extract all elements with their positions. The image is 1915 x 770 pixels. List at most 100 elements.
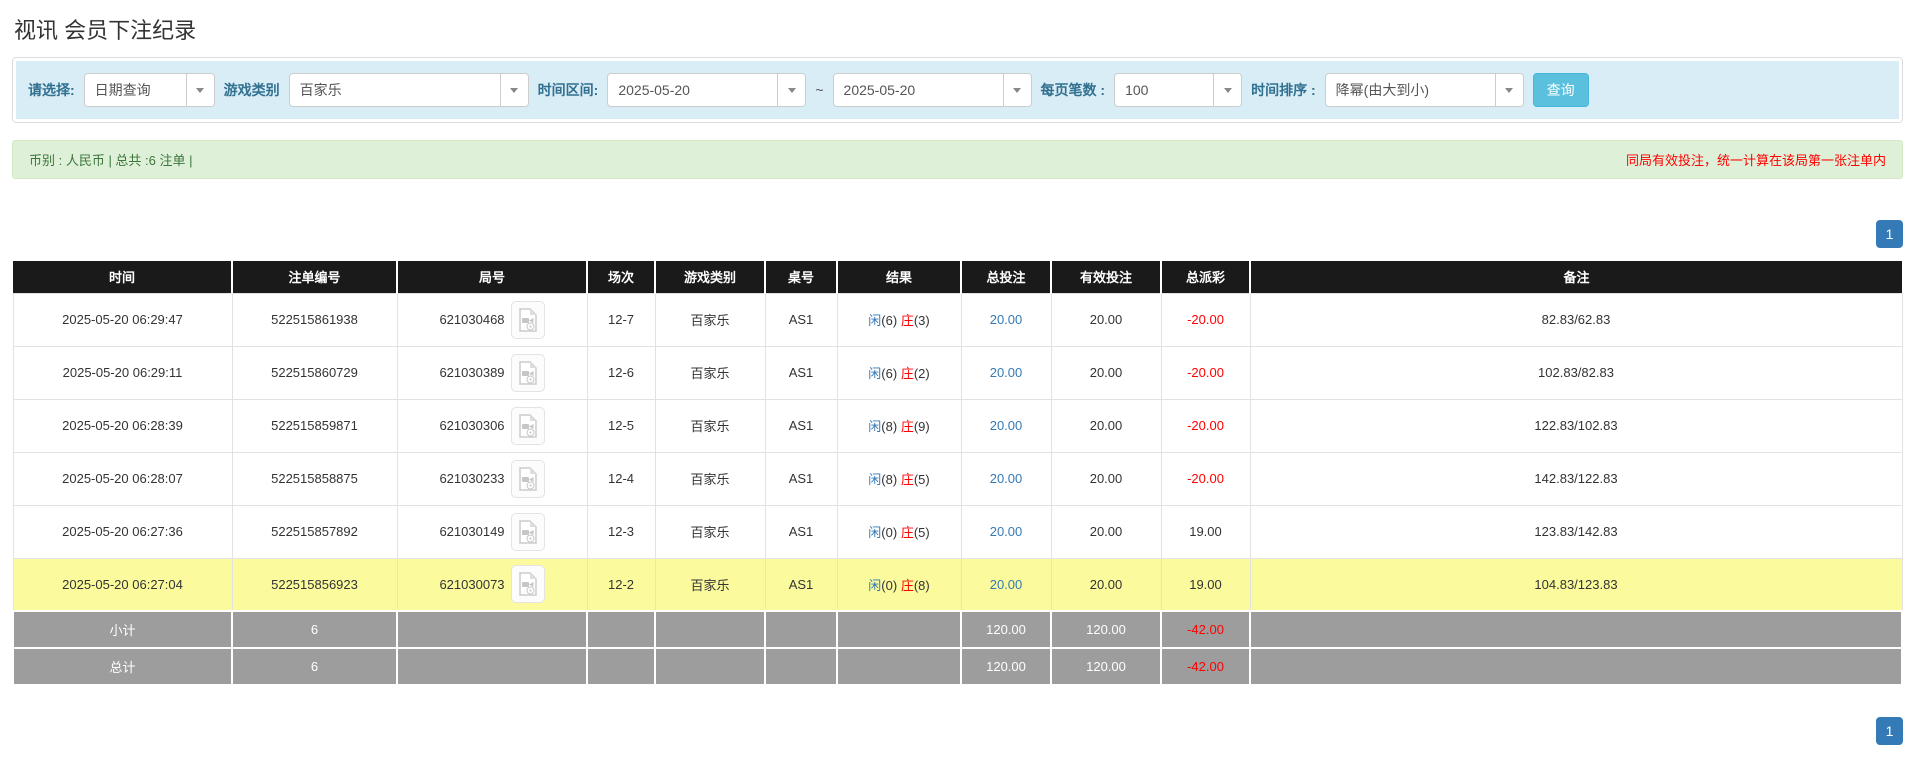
total-count: 6 <box>232 648 397 685</box>
date-to-select[interactable]: 2025-05-20 <box>833 73 1032 107</box>
payout-value: -20.00 <box>1187 471 1224 486</box>
cell-game-type: 百家乐 <box>655 452 765 505</box>
page-size-value: 100 <box>1115 74 1213 106</box>
result-banker-label: 庄 <box>901 472 914 487</box>
result-player-label: 闲 <box>868 578 881 593</box>
chevron-down-icon[interactable] <box>1003 74 1031 106</box>
cell-game-type: 百家乐 <box>655 505 765 558</box>
cell-session: 12-7 <box>587 293 655 346</box>
cell-session: 12-6 <box>587 346 655 399</box>
chevron-down-icon <box>1013 88 1021 93</box>
cell-valid-bet: 20.00 <box>1051 505 1161 558</box>
result-player-label: 闲 <box>868 313 881 328</box>
filter-panel: 请选择: 日期查询 游戏类别 百家乐 时间区间: 2025-05-20 ~ 20… <box>12 57 1903 123</box>
search-button[interactable]: 查询 <box>1533 73 1589 107</box>
page-size-select[interactable]: 100 <box>1114 73 1242 107</box>
chevron-down-icon[interactable] <box>186 74 214 106</box>
cell-total-payout: -20.00 <box>1161 399 1250 452</box>
betting-records-table: 时间 注单编号 局号 场次 游戏类别 桌号 结果 总投注 有效投注 总派彩 备注… <box>12 261 1903 686</box>
cell-valid-bet: 20.00 <box>1051 452 1161 505</box>
page-title: 视讯 会员下注纪录 <box>12 0 1903 57</box>
header-bet-no: 注单编号 <box>232 261 397 293</box>
cell-bet-no: 522515861938 <box>232 293 397 346</box>
header-result: 结果 <box>837 261 961 293</box>
payout-value: -42.00 <box>1187 622 1224 637</box>
pagination-page-button[interactable]: 1 <box>1876 717 1903 745</box>
round-no-text: 621030073 <box>439 577 504 592</box>
header-game-type: 游戏类别 <box>655 261 765 293</box>
result-banker-score: (8) <box>914 578 930 593</box>
round-no-text: 621030468 <box>439 312 504 327</box>
cell-note: 82.83/62.83 <box>1250 293 1902 346</box>
video-replay-button[interactable] <box>511 354 545 392</box>
cell-session: 12-4 <box>587 452 655 505</box>
video-replay-button[interactable] <box>511 565 545 603</box>
result-player-score: (0) <box>881 578 897 593</box>
cell-time: 2025-05-20 06:29:11 <box>13 346 232 399</box>
subtotal-row: 小计 6 120.00 120.00 -42.00 <box>13 611 1902 648</box>
time-sort-select[interactable]: 降幂(由大到小) <box>1325 73 1524 107</box>
date-range-label: 时间区间: <box>538 80 599 100</box>
chevron-down-icon <box>510 88 518 93</box>
subtotal-count: 6 <box>232 611 397 648</box>
video-file-icon <box>518 414 538 438</box>
table-row: 2025-05-20 06:29:11 522515860729 6210303… <box>13 346 1902 399</box>
table-row: 2025-05-20 06:29:47 522515861938 6210304… <box>13 293 1902 346</box>
header-round-no: 局号 <box>397 261 587 293</box>
header-session: 场次 <box>587 261 655 293</box>
cell-note: 104.83/123.83 <box>1250 558 1902 611</box>
cell-game-type: 百家乐 <box>655 399 765 452</box>
result-player-label: 闲 <box>868 366 881 381</box>
table-row: 2025-05-20 06:27:36 522515857892 6210301… <box>13 505 1902 558</box>
header-total-bet: 总投注 <box>961 261 1051 293</box>
video-replay-button[interactable] <box>511 460 545 498</box>
video-replay-button[interactable] <box>511 407 545 445</box>
pagination-page-button[interactable]: 1 <box>1876 220 1903 248</box>
total-bet-link[interactable]: 20.00 <box>990 577 1023 592</box>
chevron-down-icon[interactable] <box>500 74 528 106</box>
time-sort-label: 时间排序 : <box>1251 80 1316 100</box>
video-replay-button[interactable] <box>511 513 545 551</box>
total-bet-link[interactable]: 20.00 <box>990 524 1023 539</box>
video-replay-button[interactable] <box>511 301 545 339</box>
cell-table-no: AS1 <box>765 399 837 452</box>
game-type-select[interactable]: 百家乐 <box>289 73 529 107</box>
cell-time: 2025-05-20 06:27:36 <box>13 505 232 558</box>
header-valid-bet: 有效投注 <box>1051 261 1161 293</box>
cell-total-payout: -20.00 <box>1161 293 1250 346</box>
payout-value: 19.00 <box>1189 577 1222 592</box>
cell-total-bet: 20.00 <box>961 399 1051 452</box>
result-banker-score: (9) <box>914 419 930 434</box>
payout-value: -20.00 <box>1187 365 1224 380</box>
result-banker-label: 庄 <box>901 366 914 381</box>
total-bet-link[interactable]: 20.00 <box>990 418 1023 433</box>
cell-result: 闲(8) 庄(9) <box>837 399 961 452</box>
header-table-no: 桌号 <box>765 261 837 293</box>
date-to-value: 2025-05-20 <box>834 74 1003 106</box>
total-row: 总计 6 120.00 120.00 -42.00 <box>13 648 1902 685</box>
total-bet-link[interactable]: 20.00 <box>990 471 1023 486</box>
date-from-select[interactable]: 2025-05-20 <box>607 73 806 107</box>
payout-value: -20.00 <box>1187 312 1224 327</box>
result-player-score: (8) <box>881 472 897 487</box>
cell-result: 闲(6) 庄(3) <box>837 293 961 346</box>
table-row: 2025-05-20 06:28:39 522515859871 6210303… <box>13 399 1902 452</box>
cell-total-bet: 20.00 <box>961 505 1051 558</box>
game-type-label: 游戏类别 <box>224 80 280 100</box>
chevron-down-icon <box>788 88 796 93</box>
cell-time: 2025-05-20 06:27:04 <box>13 558 232 611</box>
summary-info-bar: 币别 : 人民币 | 总共 :6 注单 | 同局有效投注，统一计算在该局第一张注… <box>12 140 1903 179</box>
chevron-down-icon <box>196 88 204 93</box>
game-type-value: 百家乐 <box>290 74 500 106</box>
cell-game-type: 百家乐 <box>655 346 765 399</box>
total-bet-link[interactable]: 20.00 <box>990 365 1023 380</box>
query-type-select[interactable]: 日期查询 <box>84 73 215 107</box>
query-type-label: 请选择: <box>28 80 75 100</box>
chevron-down-icon[interactable] <box>1213 74 1241 106</box>
currency-total-text: 币别 : 人民币 | 总共 :6 注单 | <box>29 150 193 169</box>
total-bet-link[interactable]: 20.00 <box>990 312 1023 327</box>
chevron-down-icon[interactable] <box>1495 74 1523 106</box>
payout-value: -42.00 <box>1187 659 1224 674</box>
chevron-down-icon[interactable] <box>777 74 805 106</box>
cell-round-no: 621030233 <box>397 452 587 505</box>
